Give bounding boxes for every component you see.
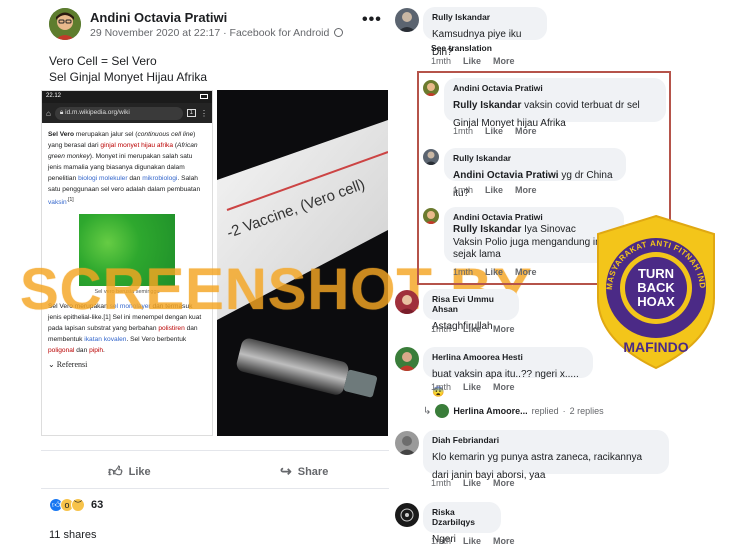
comment-more-link[interactable]: More [515,267,537,277]
comment-actions: 1mth Like More [431,478,515,488]
comment-actions: 1mth Like More [431,382,515,392]
comment-like-link[interactable]: Like [463,382,481,392]
comment-actions: 1mth Like More [431,56,515,66]
comment-more-link[interactable]: More [493,536,515,546]
comment-more-link[interactable]: More [493,56,515,66]
comment-like-link[interactable]: Like [485,185,503,195]
reaction-count: 63 [91,499,104,511]
reply-arrow-icon: ↳ [423,405,432,417]
post-author-avatar[interactable] [49,8,81,40]
comment-actions: 1mth Like More [453,185,537,195]
wiki-paragraph-1: Sel Vero merupakan jalur sel (continuous… [48,131,201,207]
comment-actions: 1mth Like More [431,324,515,334]
share-label: Share [297,465,329,478]
reply-avatar [435,404,450,418]
post-divider-top [41,450,389,451]
thumbs-up-icon: 👍︎ [108,463,123,479]
comment-like-link[interactable]: Like [463,324,481,334]
comment-avatar[interactable] [423,208,439,224]
comment-bubble: Diah Febriandari Klo kemarin yg punya as… [423,430,669,481]
comment-avatar[interactable] [395,503,419,527]
comment-bubble: Herlina Amoorea Hesti buat vaksin apa it… [423,347,593,398]
comment-like-link[interactable]: Like [485,267,503,277]
commenter-name[interactable]: Herlina Amoorea Hesti [432,352,584,362]
share-count[interactable]: 11 shares [49,529,97,541]
post-date[interactable]: 29 November 2020 at 22:17 [90,27,220,39]
logo-inner-line-1: TURN [638,266,674,281]
battery-icon [200,94,208,99]
post-divider-bottom [41,488,389,489]
post-text-line-2: Sel Ginjal Monyet Hijau Afrika [49,70,208,84]
share-button[interactable]: ↪ Share [280,463,328,480]
share-arrow-icon: ↪ [280,463,292,479]
mention-tag[interactable]: Rully Iskandar [453,100,521,111]
menu-dots-icon[interactable]: ⋮ [200,109,208,118]
view-replies-row[interactable]: ↳ Herlina Amoore... replied · 2 replies [423,404,604,418]
like-label: Like [128,465,151,478]
comment-bubble: Andini Octavia Pratiwi Rully Iskandar va… [444,78,666,129]
comment-like-link[interactable]: Like [463,536,481,546]
comment-text: Iya Sinovac [521,224,576,235]
comment-avatar[interactable] [395,431,419,455]
see-translation-link[interactable]: See translation [431,43,492,53]
comment-more-link[interactable]: More [493,478,515,488]
logo-inner-line-2: BACK [637,280,675,295]
comment-bubble: Risa Evi Ummu Ahsan Astaghfirullah [423,289,519,332]
post-via[interactable]: Facebook for Android [230,27,330,39]
phone-status-bar: 22.12 [42,91,212,103]
comment-avatar[interactable] [395,8,419,32]
commenter-name[interactable]: Andini Octavia Pratiwi [453,83,657,93]
comment-more-link[interactable]: More [515,126,537,136]
lock-icon: 🔒︎ [59,108,64,116]
mention-tag[interactable]: Andini Octavia Pratiwi [453,170,559,181]
comment-avatar[interactable] [395,347,419,371]
comment-like-link[interactable]: Like [463,56,481,66]
logo-inner-line-3: HOAX [637,294,675,309]
reactions-summary[interactable]: 👍︎ o ︶ 63 [49,498,103,512]
logo-bottom-text: MAFINDO [623,339,688,355]
comment-actions: 1mth Like More [453,267,537,277]
browser-bar: ⌂ 🔒︎ id.m.wikipedia.org/wiki 1 ⋮ [42,103,212,123]
like-button[interactable]: 👍︎ Like [108,463,151,480]
mention-tag[interactable]: Rully Iskandar [453,224,521,235]
commenter-name[interactable]: Rully Iskandar [432,12,538,22]
comment-like-link[interactable]: Like [463,478,481,488]
mafindo-logo: MASYARAKAT ANTI FITNAH INDONESIA TURN BA… [587,205,722,372]
commenter-name[interactable]: Diah Febriandari [432,435,660,445]
comment-bubble: Rully Iskandar Andini Octavia Pratiwi yg… [444,148,626,199]
comment-actions: 1mth Like More [453,126,537,136]
comment-avatar[interactable] [423,80,439,96]
globe-icon [334,28,344,37]
comment-text: Klo kemarin yg punya astra zaneca, racik… [432,452,643,481]
commenter-name[interactable]: Riska Dzarbilqys [432,507,492,527]
comment-avatar[interactable] [423,149,439,165]
comment-actions: 1mth Like More [431,536,515,546]
comment-text: buat vaksin apa itu..?? ngeri x..... [432,369,579,380]
comment-more-link[interactable]: More [493,382,515,392]
wiki-section-heading: ⌄ Referensi [48,360,88,370]
post-text-line-1: Vero Cell = Sel Vero [49,54,157,68]
comment-bubble: Rully Iskandar Kamsudnya piye iku Din? [423,7,547,58]
comment-like-link[interactable]: Like [485,126,503,136]
commenter-name[interactable]: Rully Iskandar [453,153,617,163]
post-author-name[interactable]: Andini Octavia Pratiwi [90,10,227,25]
home-icon[interactable]: ⌂ [46,109,51,118]
commenter-name[interactable]: Risa Evi Ummu Ahsan [432,294,510,314]
more-options-icon[interactable]: ••• [362,11,382,29]
url-text: id.m.wikipedia.org/wiki [65,108,130,116]
replier-name: Herlina Amoore... [453,406,528,416]
address-bar[interactable]: 🔒︎ id.m.wikipedia.org/wiki [54,106,183,120]
comment-bubble: Riska Dzarbilqys Ngeri [423,502,501,545]
phone-time: 22.12 [46,93,62,99]
replies-count: 2 replies [569,406,604,416]
tab-count-icon[interactable]: 1 [186,109,196,117]
sad-reaction-icon: ︶ [71,498,85,512]
comment-more-link[interactable]: More [515,185,537,195]
post-meta: 29 November 2020 at 22:17 · Facebook for… [90,27,344,39]
comment-more-link[interactable]: More [493,324,515,334]
comment-avatar[interactable] [395,290,419,314]
